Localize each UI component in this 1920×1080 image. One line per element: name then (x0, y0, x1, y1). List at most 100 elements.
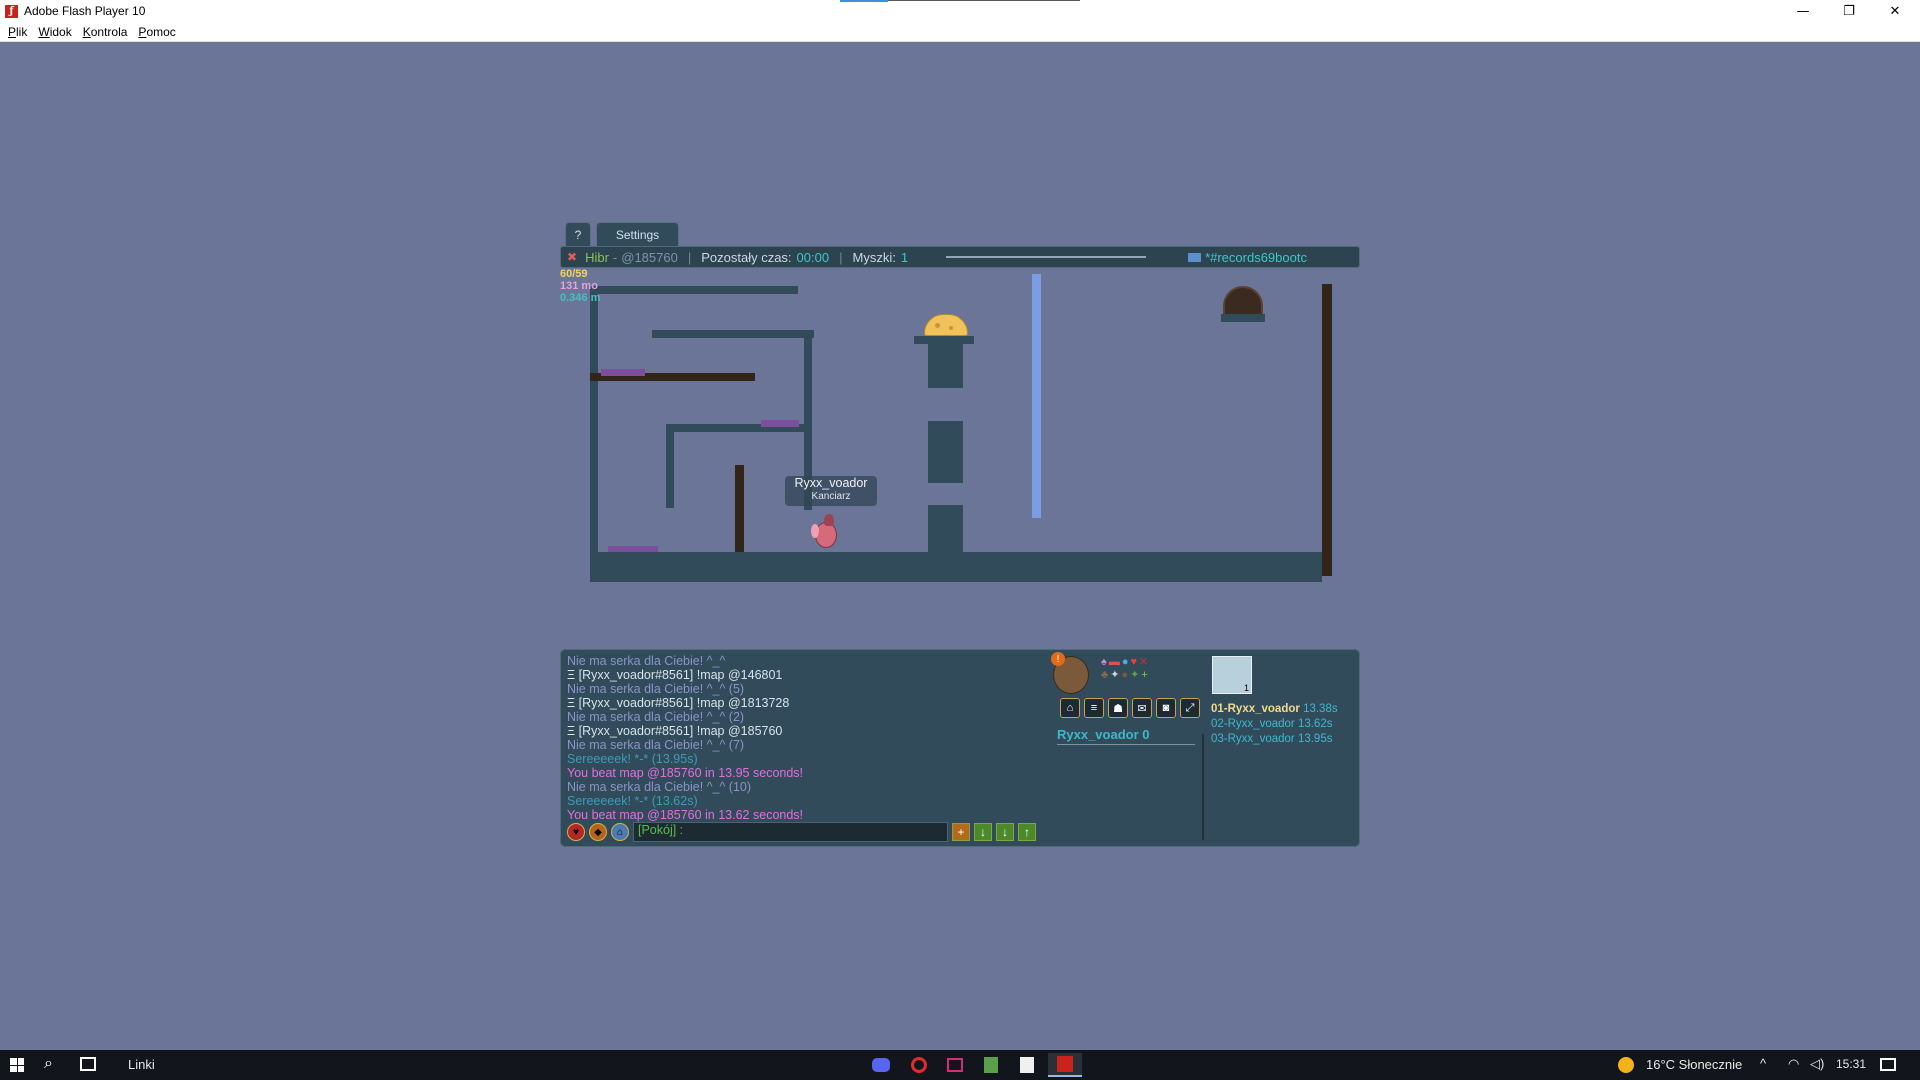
chat-message: Sereeeeek! *-* (13.62s) (567, 794, 698, 808)
notifications-icon[interactable] (1880, 1058, 1896, 1071)
chat-bubble-icon[interactable]: ✉ (1132, 698, 1152, 718)
volume-icon[interactable]: ◁) (1810, 1056, 1824, 1072)
mail-app-icon[interactable] (938, 1053, 972, 1077)
bouncy-plank (601, 369, 645, 376)
windows-start-icon[interactable] (10, 1058, 24, 1072)
mice-label: Myszki: (852, 249, 896, 265)
tab-help[interactable]: ? (565, 222, 591, 246)
tray-chevron-icon[interactable]: ^ (1760, 1056, 1766, 1071)
progress-line (946, 256, 1147, 258)
chat-input-bar: ♥ ◆ ⌂ [Pokój] : + ↓ ↓ ↑ (563, 821, 1043, 843)
platform (914, 336, 974, 344)
memory-counter: 131 mo (560, 280, 598, 292)
platform (590, 286, 598, 576)
panel-divider (1202, 734, 1204, 840)
tribe-icon[interactable]: ⌂ (611, 823, 629, 841)
bouncy-plank (761, 420, 799, 427)
arrow-down-button[interactable]: ↓ (974, 823, 992, 841)
arrow-up-button[interactable]: ↑ (1018, 823, 1036, 841)
ping-counter: 0.346 m (560, 292, 601, 304)
chat-message: Nie ma serka dla Ciebie! ^_^ (5) (567, 682, 745, 696)
tab-settings[interactable]: Settings (596, 222, 679, 246)
fps-counter: 60/59 (560, 268, 588, 280)
task-view-icon[interactable] (80, 1057, 96, 1071)
titlebar-accent (840, 0, 888, 2)
chat-message: Nie ma serka dla Ciebie! ^_^ (2) (567, 710, 745, 724)
player-score: Ryxx_voador 0 (1057, 727, 1150, 742)
chat-message: Nie ma serka dla Ciebie! ^_^ (7) (567, 738, 745, 752)
cheese-icon (924, 314, 968, 336)
discord-app-icon[interactable] (864, 1053, 898, 1077)
alert-icon[interactable]: ! (1051, 652, 1065, 666)
heart-icon[interactable]: ♥ (567, 823, 585, 841)
discord-icon[interactable]: ◙ (1156, 698, 1176, 718)
flash-app-icon: ƒ (5, 4, 18, 18)
platform (652, 330, 814, 338)
player-name: Ryxx_voador (794, 476, 868, 490)
shield-icon[interactable]: ◆ (589, 823, 607, 841)
weather-text[interactable]: 16°C Słonecznie (1646, 1057, 1742, 1072)
chat-message: Ξ [Ryxx_voador#8561] !map @185760 (567, 724, 783, 738)
chat-message: Sereeeeek! *-* (13.95s) (567, 752, 698, 766)
menu-plik[interactable]: Plik (8, 25, 27, 39)
ranking-entry: 02-Ryxx_voador 13.62s (1211, 718, 1333, 730)
map-thumbnail[interactable]: 1 (1212, 656, 1252, 694)
chat-message: Ξ [Ryxx_voador#8561] !map @146801 (567, 668, 783, 682)
chat-message: Nie ma serka dla Ciebie! ^_^ (567, 654, 726, 668)
game-container: ? Settings ✖ Hibr - @185760 | Pozostały … (560, 222, 1360, 847)
map-author[interactable]: Hibr (585, 250, 609, 265)
shop-icon[interactable]: ⌂ (1060, 698, 1080, 718)
taskbar: ⌕ Linki 16°C Słonecznie ^ ◠ ◁) 15:31 (0, 1050, 1920, 1080)
network-icon[interactable]: ◠ (1788, 1056, 1799, 1072)
map-thumb-count: 1 (1243, 683, 1249, 693)
chat-panel: Nie ma serka dla Ciebie! ^_^ Ξ [Ryxx_voa… (560, 649, 1360, 847)
cheese-flag-icon: ✖ (567, 250, 578, 264)
titlebar-line (888, 0, 1080, 1)
window-title: Adobe Flash Player 10 (24, 4, 146, 18)
window-titlebar: ƒ Adobe Flash Player 10 — ❐ ✕ (0, 0, 1920, 22)
platform (666, 424, 674, 508)
player-title: Kanciarz (811, 491, 851, 502)
friends-icon[interactable]: ☗ (1108, 698, 1128, 718)
platform (1221, 314, 1265, 322)
platform (590, 286, 798, 294)
chat-message: You beat map @185760 in 13.62 seconds! (567, 808, 804, 822)
room-name[interactable]: *#records69bootc (1205, 250, 1307, 265)
search-icon[interactable]: ⌕ (44, 1055, 53, 1073)
clock-time[interactable]: 15:31 (1836, 1057, 1866, 1071)
minimize-button[interactable]: — (1780, 0, 1826, 22)
opera-app-icon[interactable] (902, 1053, 936, 1077)
game-map[interactable]: 60/59 131 mo 0.346 m Ryxx_voador Kanciar… (560, 268, 1360, 668)
menu-bar: Plik Widok Kontrola Pomoc (0, 22, 1920, 42)
chat-input[interactable]: [Pokój] : (633, 822, 948, 842)
room-flag-icon (1188, 252, 1202, 262)
menu-kontrola[interactable]: Kontrola (83, 25, 128, 39)
platform (928, 421, 963, 483)
fullscreen-icon[interactable]: ⤢ (1180, 698, 1200, 718)
wood-wall (1322, 284, 1332, 576)
arrow-down-alt-button[interactable]: ↓ (996, 823, 1014, 841)
list-icon[interactable]: ≡ (1084, 698, 1104, 718)
mouse-avatar[interactable] (811, 514, 841, 550)
platform (928, 505, 963, 559)
close-button[interactable]: ✕ (1872, 0, 1918, 22)
consumables-icons[interactable]: ♠▬●♥✕ ♣✦●✦+ (1101, 655, 1191, 683)
chat-log: Nie ma serka dla Ciebie! ^_^ Ξ [Ryxx_voa… (567, 654, 1087, 822)
menu-pomoc[interactable]: Pomoc (138, 25, 175, 39)
flash-app-taskbar-icon[interactable] (1048, 1053, 1082, 1077)
restore-button[interactable]: ❐ (1826, 0, 1872, 22)
minecraft-app-icon[interactable] (974, 1053, 1008, 1077)
links-label[interactable]: Linki (128, 1057, 155, 1072)
score-underline (1057, 744, 1195, 745)
game-topbar: ✖ Hibr - @185760 | Pozostały czas: 00:00… (560, 246, 1360, 268)
platform (928, 344, 963, 388)
mice-value: 1 (900, 249, 909, 265)
time-value: 00:00 (796, 249, 830, 265)
menu-widok[interactable]: Widok (38, 25, 71, 39)
epic-app-icon[interactable] (1010, 1053, 1044, 1077)
player-nametag[interactable]: Ryxx_voador Kanciarz (785, 476, 877, 506)
plus-button[interactable]: + (952, 823, 970, 841)
ranking-list: 01-Ryxx_voador 13.38s 02-Ryxx_voador 13.… (1211, 702, 1338, 747)
map-code: @185760 (621, 249, 678, 265)
chat-message: Nie ma serka dla Ciebie! ^_^ (10) (567, 780, 752, 794)
